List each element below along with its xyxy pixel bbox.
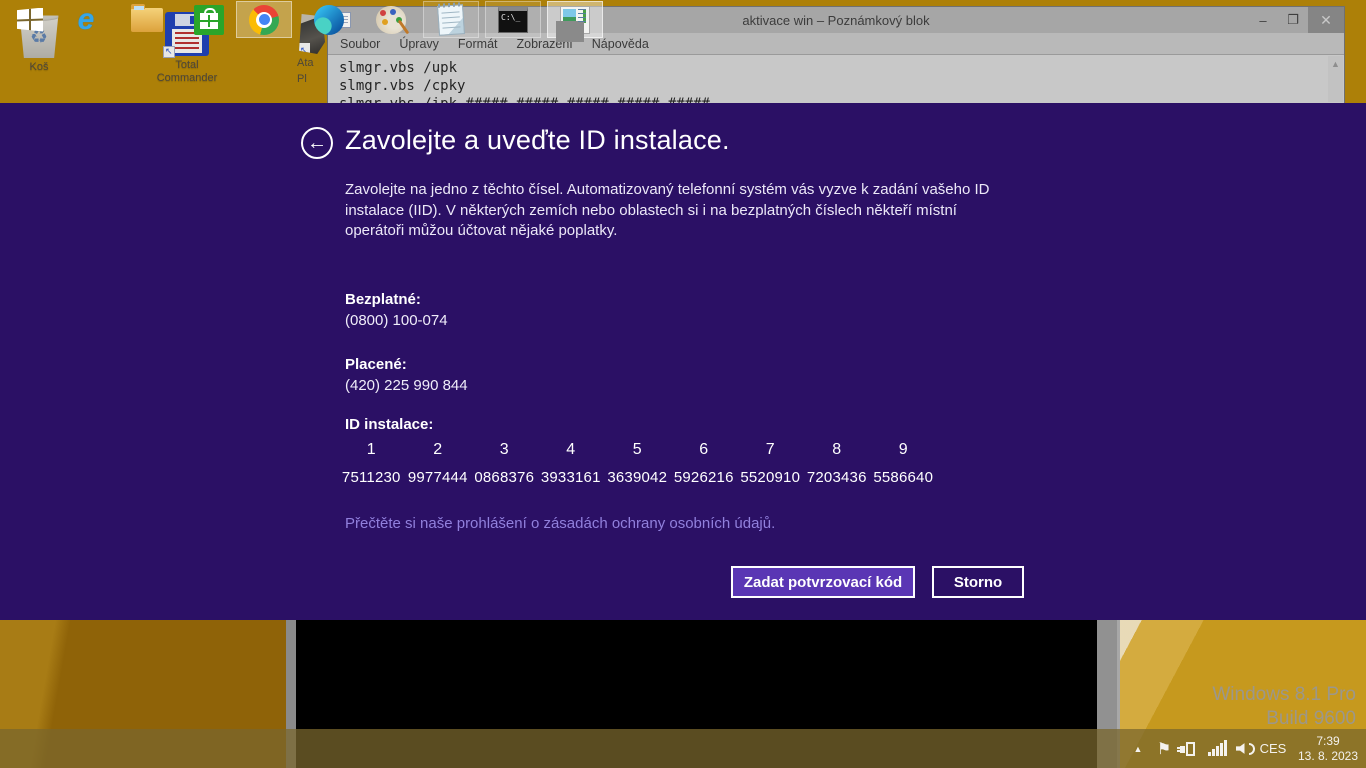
tray-date: 13. 8. 2023 [1297,748,1359,763]
edge-icon [314,4,344,35]
toll-free-label: Bezplatné: [345,291,421,308]
menu-zobrazeni[interactable]: Zobrazení [517,37,573,51]
iid-group: 6 5926216 [673,441,734,486]
taskbar-paint[interactable] [363,1,419,38]
desktop-icon-label: Total Commander [156,59,218,84]
back-arrow-icon: ← [307,131,327,154]
chevron-up-icon: ▲ [1133,743,1143,754]
clock[interactable]: 7:39 13. 8. 2023 [1296,729,1360,768]
iid-group: 7 5520910 [740,441,801,486]
command-prompt-icon: C:\_ [498,6,528,33]
speaker-wave-icon [1248,742,1255,755]
chrome-icon [249,4,279,35]
notepad-text-area[interactable]: slmgr.vbs /upk slmgr.vbs /cpky slmgr.vbs… [330,56,1327,103]
iid-group: 3 0868376 [474,441,535,486]
taskbar-file-explorer[interactable] [119,1,175,38]
menu-format[interactable]: Formát [458,37,498,51]
enter-confirmation-code-button[interactable]: Zadat potvrzovací kód [731,566,915,598]
network-status-button[interactable] [1204,729,1230,768]
iid-group: 4 3933161 [540,441,601,486]
taskbar-windows-store[interactable] [181,1,237,38]
activation-dialog: ← Zavolejte a uveďte ID instalace. Zavol… [0,103,1366,620]
action-center-button[interactable]: ⚑ [1152,729,1176,768]
window-title: aktivace win – Poznámkový blok [742,12,930,28]
folder-icon [131,3,163,32]
start-button[interactable] [2,1,58,38]
windows-build-watermark: Windows 8.1 Pro Build 9600 [1212,684,1356,729]
toll-free-number: (0800) 100-074 [345,312,448,329]
notepad-window: aktivace win – Poznámkový blok – ❐ ✕ Sou… [327,6,1345,104]
iid-group: 1 7511230 [341,441,401,486]
menu-napoveda[interactable]: Nápověda [592,37,649,51]
back-button[interactable]: ← [301,127,333,159]
show-hidden-icons-button[interactable]: ▲ [1128,729,1148,768]
privacy-policy-link[interactable]: Přečtěte si naše prohlášení o zásadách o… [345,515,775,532]
menu-soubor[interactable]: Soubor [340,37,380,51]
notepad-scrollbar[interactable]: ▲ [1328,56,1343,102]
windows-logo-icon [17,7,43,32]
installation-id-table: 1 7511230 2 9977444 3 0868376 4 3933161 5 363… [338,441,937,486]
iid-group: 8 7203436 [806,441,867,486]
taskbar-notepad[interactable] [423,1,479,38]
desktop-icon-label: Koš [29,61,49,73]
taskbar-edge[interactable] [301,1,357,38]
minimize-button[interactable]: – [1248,7,1278,33]
notepad-menubar: Soubor Úpravy Formát Zobrazení Nápověda [328,33,1344,55]
scroll-up-arrow[interactable]: ▲ [1328,59,1343,69]
language-indicator[interactable]: CES [1258,729,1288,768]
internet-explorer-icon: e [77,2,95,36]
taskbar-command-prompt[interactable]: C:\_ [485,1,541,38]
taskbar-internet-explorer[interactable]: e [58,1,114,38]
dialog-title: Zavolejte a uveďte ID instalace. [345,125,730,155]
dialog-body-text: Zavolejte na jedno z těchto čísel. Autom… [345,181,990,239]
plug-icon [1176,741,1195,756]
menu-upravy[interactable]: Úpravy [399,37,439,51]
iid-group: 9 5586640 [873,441,934,486]
tray-time: 7:39 [1316,733,1340,748]
iid-group: 2 9977444 [407,441,468,486]
maximize-button[interactable]: ❐ [1278,7,1308,33]
paid-label: Placené: [345,356,407,373]
paid-number: (420) 225 990 844 [345,377,468,394]
taskbar-activation-app[interactable] [547,1,603,38]
taskbar-chrome[interactable] [236,1,292,38]
close-button[interactable]: ✕ [1308,7,1344,33]
activation-app-icon [560,5,590,34]
notepad-icon [436,3,466,36]
speaker-icon [1235,743,1245,754]
notepad-titlebar[interactable]: aktivace win – Poznámkový blok – ❐ ✕ [328,7,1344,33]
installation-id-label: ID instalace: [345,416,434,433]
volume-button[interactable] [1232,729,1258,768]
safely-remove-hardware-button[interactable] [1176,729,1202,768]
store-icon [194,4,224,35]
iid-group: 5 3639042 [607,441,668,486]
paint-icon [376,5,406,34]
flag-icon: ⚑ [1156,740,1172,758]
cancel-button[interactable]: Storno [932,566,1024,598]
